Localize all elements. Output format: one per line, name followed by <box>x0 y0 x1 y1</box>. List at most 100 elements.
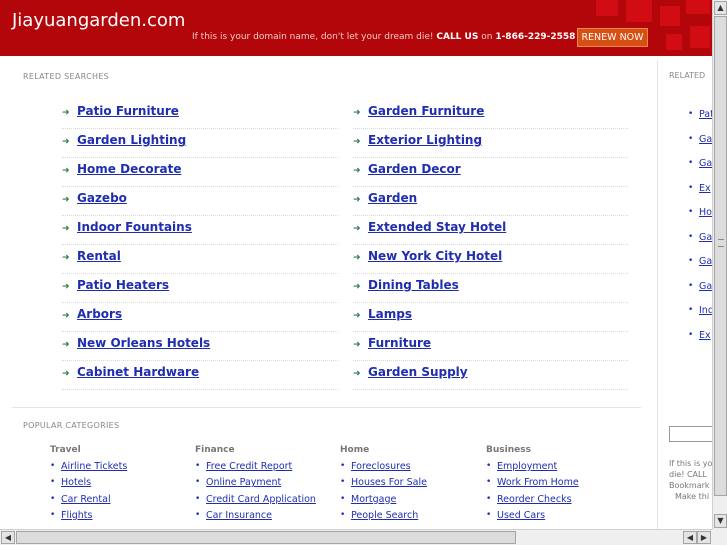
related-search-item: ➜ Extended Stay Hotel <box>353 216 628 245</box>
right-search-input[interactable] <box>669 426 712 442</box>
related-search-link[interactable]: Patio Heaters <box>77 278 169 292</box>
related-search-link[interactable]: Arbors <box>77 307 122 321</box>
bullet-icon: • <box>195 493 201 504</box>
arrow-right-icon: ➜ <box>353 340 361 350</box>
right-related-link[interactable]: Ga <box>699 134 712 145</box>
related-search-link[interactable]: Cabinet Hardware <box>77 365 199 379</box>
right-related-link[interactable]: Ga <box>699 232 712 243</box>
related-search-item: ➜ Indoor Fountains <box>62 216 338 245</box>
related-search-link[interactable]: Garden Lighting <box>77 133 186 147</box>
arrow-right-icon: ➜ <box>62 108 70 118</box>
arrow-right-icon: ➜ <box>62 137 70 147</box>
right-related-link[interactable]: Ga <box>699 158 712 169</box>
scroll-grip-icon <box>718 239 724 247</box>
horizontal-scroll-thumb[interactable] <box>16 531 516 544</box>
category-link[interactable]: Employment <box>497 461 557 472</box>
related-search-link[interactable]: Gazebo <box>77 191 127 205</box>
horizontal-scrollbar[interactable]: ◀ ◀ ▶ <box>0 529 712 545</box>
vertical-scroll-thumb[interactable] <box>714 16 727 496</box>
related-search-item: ➜ Cabinet Hardware <box>62 361 338 390</box>
related-search-link[interactable]: Exterior Lighting <box>368 133 482 147</box>
related-search-link[interactable]: New York City Hotel <box>368 249 502 263</box>
category-link[interactable]: Car Insurance <box>206 510 272 521</box>
right-note-line: die! CALL <box>669 470 707 479</box>
header-decor-square <box>660 6 680 26</box>
promo-on: on <box>481 32 493 42</box>
related-search-link[interactable]: Patio Furniture <box>77 104 179 118</box>
right-related-link[interactable]: Ex <box>699 330 711 341</box>
related-search-link[interactable]: Home Decorate <box>77 162 181 176</box>
right-related-link[interactable]: Pat <box>699 109 712 120</box>
category-link[interactable]: Mortgage <box>351 494 396 505</box>
bullet-icon: • <box>340 461 346 471</box>
category-link[interactable]: Free Credit Report <box>206 461 292 472</box>
promo-call-us: CALL US <box>436 32 479 42</box>
header-decor-square <box>596 0 618 16</box>
related-search-link[interactable]: Garden <box>368 191 417 205</box>
right-related-link[interactable]: Ga <box>699 281 712 292</box>
right-related-link[interactable]: Ex <box>699 183 711 194</box>
related-search-link[interactable]: Garden Decor <box>368 162 461 176</box>
right-related-link[interactable]: Ind <box>699 305 712 316</box>
promo-message: If this is your domain name, don't let y… <box>192 32 434 42</box>
arrow-left-icon[interactable]: ◀ <box>1 531 15 544</box>
arrow-down-icon[interactable]: ▼ <box>714 514 727 528</box>
category-link[interactable]: Reorder Checks <box>497 494 572 505</box>
related-search-link[interactable]: Garden Furniture <box>368 104 484 118</box>
bullet-icon: • <box>688 280 694 291</box>
arrow-left-icon[interactable]: ◀ <box>683 531 697 544</box>
bullet-icon: • <box>688 109 694 119</box>
arrow-right-icon: ➜ <box>353 195 361 205</box>
site-title: Jiayuangarden.com <box>12 10 186 31</box>
right-note-line: If this is yo <box>669 459 712 468</box>
category-link[interactable]: Hotels <box>61 477 91 488</box>
related-search-link[interactable]: Lamps <box>368 307 412 321</box>
arrow-right-icon: ➜ <box>353 224 361 234</box>
bullet-icon: • <box>340 477 346 488</box>
header-decor-square <box>666 34 682 50</box>
right-related-link[interactable]: Ga <box>699 256 712 267</box>
arrow-right-icon[interactable]: ▶ <box>697 531 711 544</box>
header-decor-square <box>626 0 652 22</box>
category-link[interactable]: Airline Tickets <box>61 461 127 472</box>
related-search-link[interactable]: Rental <box>77 249 121 263</box>
category-heading: Home <box>340 445 370 455</box>
related-search-link[interactable]: Extended Stay Hotel <box>368 220 506 234</box>
category-link[interactable]: Used Cars <box>497 510 545 521</box>
related-search-item: ➜ New Orleans Hotels <box>62 332 338 361</box>
related-search-link[interactable]: Dining Tables <box>368 278 459 292</box>
bullet-icon: • <box>688 133 694 144</box>
related-search-link[interactable]: Garden Supply <box>368 365 468 379</box>
bullet-icon: • <box>50 493 56 504</box>
bullet-icon: • <box>688 182 694 193</box>
right-note-line: Bookmark <box>669 481 710 490</box>
bullet-icon: • <box>486 477 492 488</box>
domain-promo-text: If this is your domain name, don't let y… <box>192 32 588 42</box>
related-search-link[interactable]: New Orleans Hotels <box>77 336 210 350</box>
arrow-right-icon: ➜ <box>353 253 361 263</box>
vertical-scrollbar[interactable]: ▲ ▼ <box>712 0 727 529</box>
related-search-item: ➜ Garden Lighting <box>62 129 338 158</box>
category-link[interactable]: Flights <box>61 510 92 521</box>
category-heading: Business <box>486 445 531 455</box>
bullet-icon: • <box>688 207 694 217</box>
category-link[interactable]: Foreclosures <box>351 461 411 472</box>
bullet-icon: • <box>195 477 201 488</box>
category-link[interactable]: Online Payment <box>206 477 281 488</box>
arrow-up-icon[interactable]: ▲ <box>714 1 727 15</box>
renew-now-button[interactable]: RENEW NOW <box>577 28 648 47</box>
category-link[interactable]: Car Rental <box>61 494 111 505</box>
right-related-link[interactable]: Ho <box>699 207 712 218</box>
related-search-link[interactable]: Indoor Fountains <box>77 220 192 234</box>
bullet-icon: • <box>195 509 201 520</box>
bullet-icon: • <box>688 158 694 168</box>
category-link[interactable]: Houses For Sale <box>351 477 427 488</box>
arrow-right-icon: ➜ <box>353 166 361 176</box>
category-link[interactable]: Credit Card Application <box>206 494 316 505</box>
category-link[interactable]: Work From Home <box>497 477 579 488</box>
right-related-title: RELATED <box>669 71 706 80</box>
arrow-right-icon: ➜ <box>62 311 70 321</box>
category-link[interactable]: People Search <box>351 510 418 521</box>
related-search-link[interactable]: Furniture <box>368 336 431 350</box>
related-search-item: ➜ Exterior Lighting <box>353 129 628 158</box>
